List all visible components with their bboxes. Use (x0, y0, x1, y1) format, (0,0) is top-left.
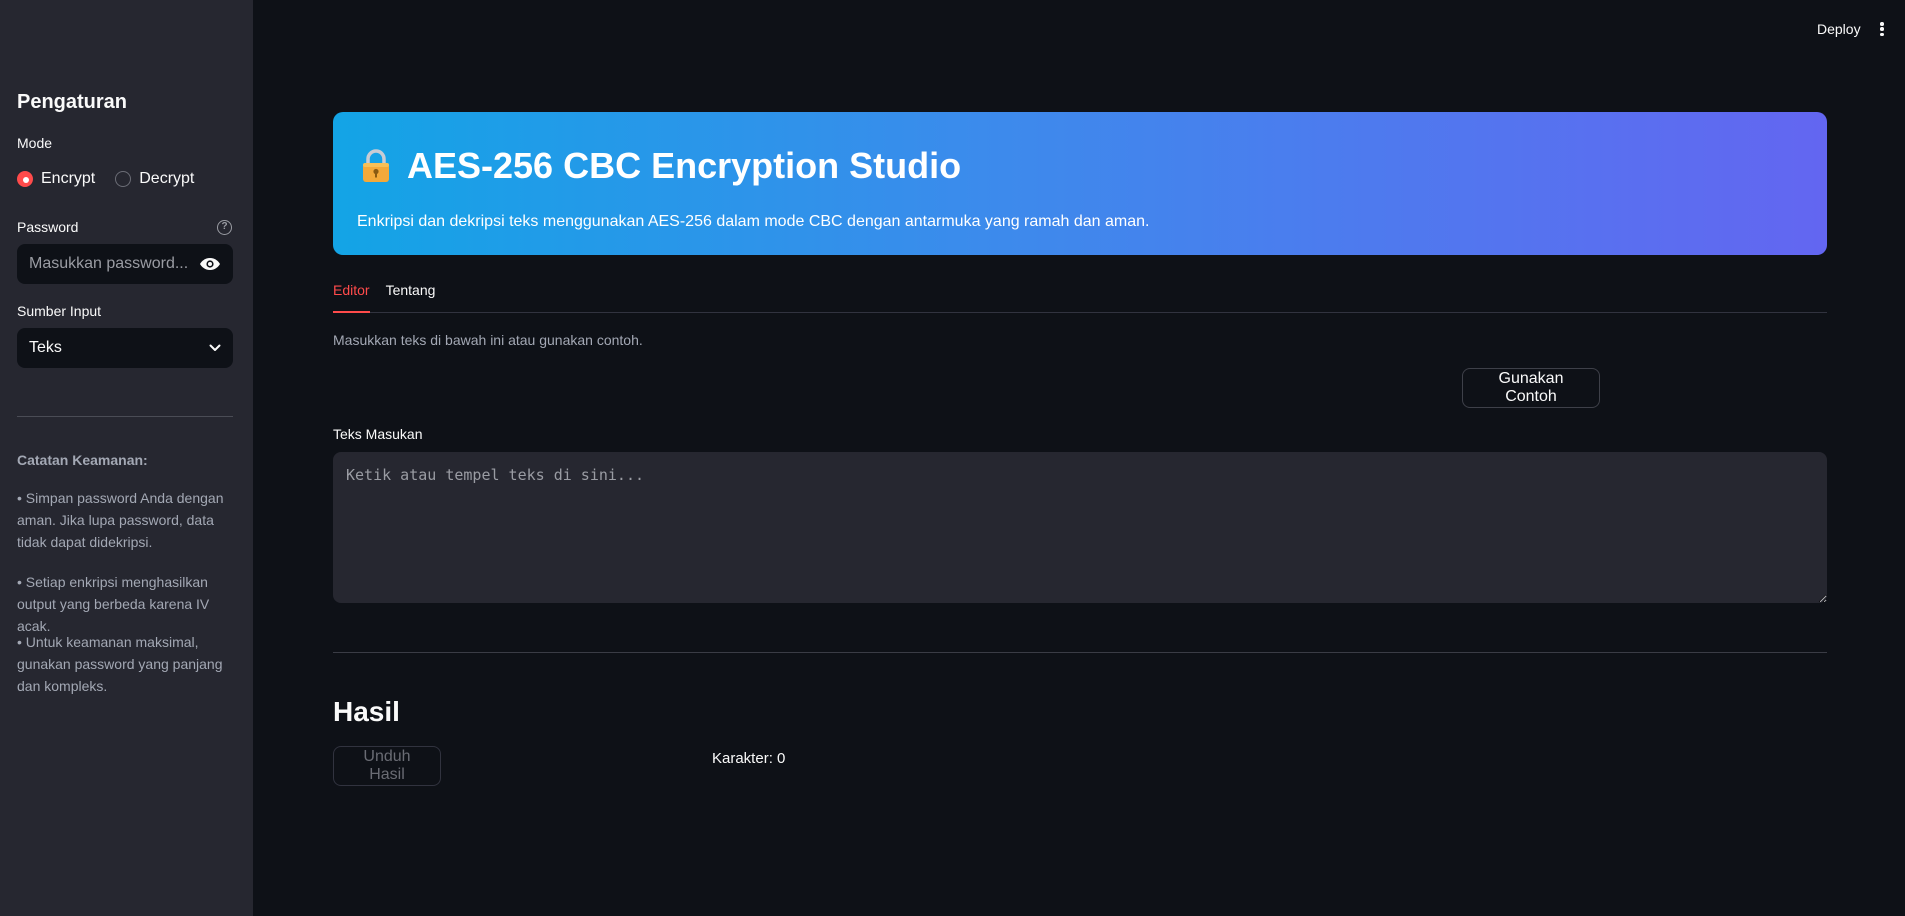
download-result-button[interactable]: Unduh Hasil (333, 746, 441, 786)
input-label: Teks Masukan (333, 426, 423, 442)
menu-dot (1880, 32, 1884, 36)
radio-decrypt-label: Decrypt (139, 170, 195, 187)
tab-tentang[interactable]: Tentang (386, 278, 436, 313)
menu-dot (1880, 22, 1884, 26)
deploy-button[interactable]: Deploy (1817, 21, 1861, 37)
kebab-menu-icon[interactable] (1880, 22, 1884, 36)
mode-label: Mode (17, 135, 53, 151)
password-input[interactable] (29, 255, 191, 273)
radio-encrypt[interactable]: Encrypt (17, 170, 95, 188)
hero-title-row: AES-256 CBC Encryption Studio (357, 145, 961, 187)
input-textarea[interactable] (333, 452, 1827, 603)
sidebar: Pengaturan Mode Encrypt Decrypt Password… (0, 0, 253, 916)
radio-encrypt-dot[interactable] (17, 171, 33, 187)
lock-icon (363, 149, 389, 182)
security-note: • Simpan password Anda dengan aman. Jika… (17, 490, 224, 550)
editor-hint: Masukkan teks di bawah ini atau gunakan … (333, 332, 643, 348)
security-note: • Setiap enkripsi menghasilkan output ya… (17, 574, 210, 634)
security-notes-title: Catatan Keamanan: (17, 452, 148, 468)
radio-decrypt[interactable]: Decrypt (115, 170, 194, 188)
tab-bar: Editor Tentang (333, 278, 1827, 313)
app-root: Pengaturan Mode Encrypt Decrypt Password… (0, 0, 1905, 916)
security-note: • Untuk keamanan maksimal, gunakan passw… (17, 634, 223, 694)
radio-decrypt-dot[interactable] (115, 171, 132, 187)
main-divider (333, 652, 1827, 653)
hero-title: AES-256 CBC Encryption Studio (407, 145, 962, 186)
tab-editor[interactable]: Editor (333, 278, 370, 313)
hero-banner: AES-256 CBC Encryption Studio Enkripsi d… (333, 112, 1827, 255)
sidebar-title: Pengaturan (17, 91, 128, 113)
result-title: Hasil (333, 696, 400, 727)
char-count: Karakter: 0 (712, 750, 786, 767)
chevron-down-icon (209, 344, 221, 351)
radio-encrypt-label: Encrypt (41, 170, 96, 187)
use-example-button[interactable]: Gunakan Contoh (1462, 368, 1600, 408)
password-field (17, 244, 233, 284)
source-select-value: Teks (29, 339, 62, 356)
source-select[interactable]: Teks (17, 328, 233, 368)
hero-subtitle: Enkripsi dan dekripsi teks menggunakan A… (357, 213, 1150, 230)
mode-radio-group: Encrypt Decrypt (17, 170, 194, 188)
help-icon[interactable]: ? (217, 220, 232, 235)
source-label: Sumber Input (17, 303, 102, 319)
menu-dot (1880, 27, 1884, 31)
sidebar-divider (17, 416, 233, 417)
password-label: Password (17, 219, 79, 235)
eye-icon[interactable] (199, 257, 221, 271)
